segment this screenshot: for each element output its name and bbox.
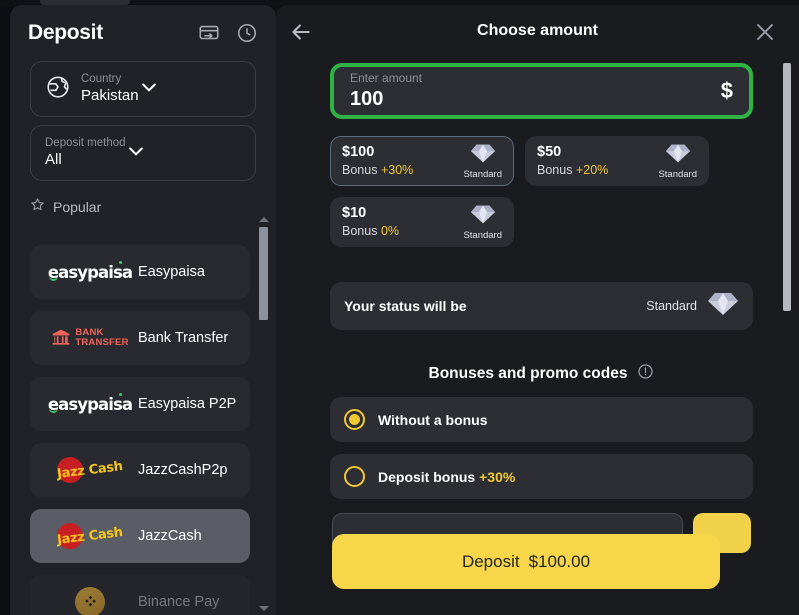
- card-transfer-icon[interactable]: [198, 22, 220, 44]
- country-select-label: Country: [81, 73, 122, 86]
- method-name: JazzCashP2p: [138, 461, 228, 478]
- method-name: JazzCash: [138, 527, 202, 544]
- bank-transfer-logo-icon: BANK TRANSFER: [42, 328, 138, 348]
- deposit-button-amount: $100.00: [528, 551, 591, 571]
- panel-content: Enter amount 100 $ $100 Bonus +30% Stand…: [276, 57, 799, 615]
- choose-amount-panel: Choose amount Enter amount 100 $ $100 Bo…: [276, 5, 799, 615]
- radio-selected-icon[interactable]: [344, 409, 365, 430]
- status-row: Your status will be Standard: [330, 282, 753, 330]
- gem-icon: [470, 143, 496, 169]
- scroll-down-arrow-icon[interactable]: [259, 606, 269, 611]
- list-item[interactable]: easypaisa Easypaisa P2P: [30, 377, 250, 431]
- deposit-method-label: Deposit method: [45, 137, 126, 150]
- chip-bonus-value: +20%: [575, 163, 609, 178]
- bonus-option-without[interactable]: Without a bonus: [330, 397, 753, 442]
- amount-input-value: 100: [350, 87, 384, 110]
- jazzcash-logo-icon: Jazz Cash: [42, 521, 138, 551]
- method-name: Easypaisa: [138, 263, 205, 280]
- country-select[interactable]: Country Pakistan: [30, 61, 256, 117]
- amount-input-label: Enter amount: [350, 71, 423, 86]
- bonus-option-deposit-bonus[interactable]: Deposit bonus +30%: [330, 454, 753, 499]
- deposit-button-label: Deposit: [461, 551, 520, 571]
- gem-icon: [470, 204, 496, 230]
- page-title: Deposit: [28, 21, 103, 44]
- payment-methods-list: easypaisa Easypaisa BANK TRANSFER Bank T…: [10, 245, 276, 615]
- panel-scrollbar-thumb[interactable]: [783, 63, 791, 311]
- deposit-button[interactable]: Deposit $100.00: [332, 534, 720, 589]
- preset-amount-chips: $100 Bonus +30% Standard $50 Bonus +20%: [330, 136, 753, 247]
- globe-icon: [45, 74, 81, 105]
- jazzcash-logo-icon: Jazz Cash: [42, 455, 138, 485]
- chip-bonus-value: +30%: [380, 163, 414, 178]
- currency-symbol: $: [720, 78, 733, 103]
- status-value: Standard: [646, 299, 697, 313]
- chip-bonus-label: Bonus: [537, 163, 573, 178]
- chip-amount: $100: [342, 144, 375, 161]
- easypaisa-logo-icon: easypaisa: [47, 260, 133, 282]
- preset-chip-10[interactable]: $10 Bonus 0% Standard: [330, 197, 514, 247]
- deposit-screen: Deposit Country Pakistan Deposit method …: [0, 0, 799, 615]
- scroll-up-arrow-icon[interactable]: [259, 217, 269, 222]
- radio-unselected-icon[interactable]: [344, 466, 365, 487]
- preset-chip-50[interactable]: $50 Bonus +20% Standard: [525, 136, 709, 186]
- preset-chip-100[interactable]: $100 Bonus +30% Standard: [330, 136, 514, 186]
- gem-icon: [665, 143, 691, 169]
- bonus-option-label: Without a bonus: [378, 411, 488, 428]
- country-select-value: Pakistan: [81, 87, 139, 105]
- chevron-down-icon: [126, 141, 146, 166]
- sidebar-header: Deposit: [10, 5, 276, 51]
- history-clock-icon[interactable]: [236, 22, 258, 44]
- bonus-option-label: Deposit bonus: [378, 468, 476, 485]
- binance-pay-logo-icon: [42, 587, 138, 615]
- exclamation-circle-icon[interactable]: [637, 363, 654, 385]
- sidebar-header-actions: [198, 22, 258, 44]
- easypaisa-logo-icon: easypaisa: [47, 392, 133, 414]
- close-icon[interactable]: [753, 20, 777, 44]
- arrow-left-icon[interactable]: [288, 19, 314, 45]
- list-item[interactable]: Binance Pay: [30, 575, 250, 615]
- deposit-sidebar: Deposit Country Pakistan Deposit method …: [10, 5, 276, 615]
- list-item[interactable]: easypaisa Easypaisa: [30, 245, 250, 299]
- status-label: Your status will be: [344, 298, 467, 314]
- star-icon: [30, 197, 45, 217]
- list-item[interactable]: BANK TRANSFER Bank Transfer: [30, 311, 250, 365]
- chip-amount: $50: [537, 144, 562, 161]
- chip-bonus-label: Bonus: [342, 224, 378, 239]
- panel-header: Choose amount: [276, 5, 799, 57]
- bonus-option-value: +30%: [479, 468, 516, 485]
- chip-tier: Standard: [463, 229, 502, 241]
- amount-input[interactable]: Enter amount 100 $: [330, 63, 753, 119]
- chip-bonus-value: 0%: [380, 224, 400, 239]
- popular-section-header: Popular: [10, 181, 276, 225]
- sidebar-scroll-thumb[interactable]: [259, 227, 268, 320]
- panel-title: Choose amount: [477, 22, 598, 39]
- chip-tier: Standard: [463, 168, 502, 180]
- chip-amount: $10: [342, 205, 367, 222]
- deposit-method-value: All: [45, 151, 62, 169]
- list-item[interactable]: Jazz Cash JazzCashP2p: [30, 443, 250, 497]
- bonus-section-title: Bonuses and promo codes: [428, 365, 628, 382]
- bonus-section-header: Bonuses and promo codes: [330, 363, 753, 385]
- list-item-selected[interactable]: Jazz Cash JazzCash: [30, 509, 250, 563]
- chip-tier: Standard: [658, 168, 697, 180]
- chevron-down-icon: [139, 77, 159, 102]
- method-name: Binance Pay: [138, 593, 220, 610]
- popular-label: Popular: [53, 199, 102, 215]
- method-name: Bank Transfer: [138, 329, 229, 346]
- deposit-method-select[interactable]: Deposit method All: [30, 125, 256, 181]
- method-name: Easypaisa P2P: [138, 395, 237, 412]
- chip-bonus-label: Bonus: [342, 163, 378, 178]
- gem-icon: [707, 291, 739, 322]
- sidebar-scrollbar[interactable]: [257, 215, 270, 613]
- bank-transfer-text-line2: TRANSFER: [75, 337, 129, 348]
